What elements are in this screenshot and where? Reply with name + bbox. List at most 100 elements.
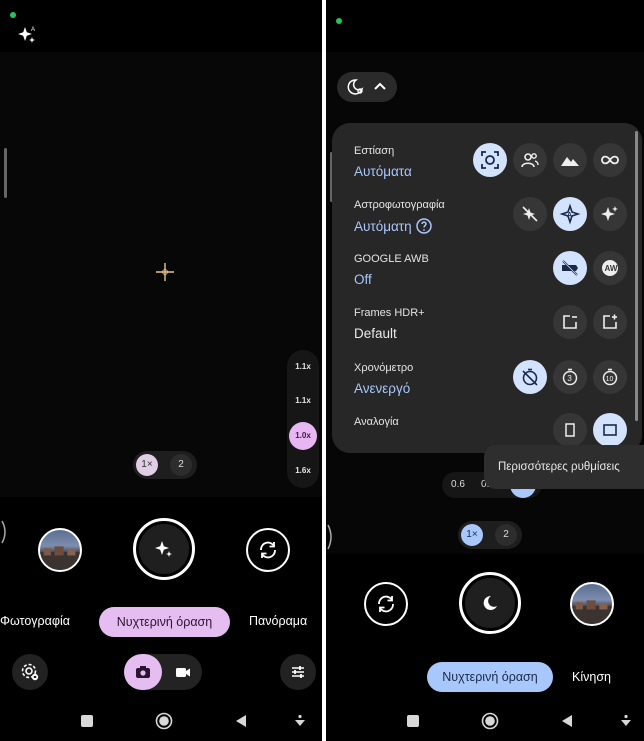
astro-auto-icon: A: [559, 203, 581, 225]
navigation-bar: [0, 701, 322, 741]
gallery-thumbnail[interactable]: [38, 528, 82, 572]
nav-keyboard-button[interactable]: [614, 709, 638, 733]
sparkle-icon: [155, 541, 172, 557]
astro-value: Αυτόματη: [354, 218, 432, 234]
focus-label: Εστίαση: [354, 145, 395, 157]
mode-motion[interactable]: Κίνηση: [572, 670, 611, 684]
focus-auto-option[interactable]: [473, 143, 507, 177]
zoom-option-selected[interactable]: 1.0x: [289, 422, 317, 450]
nav-home-button[interactable]: [152, 709, 176, 733]
settings-button[interactable]: [12, 654, 48, 690]
nav-recents-button[interactable]: [75, 709, 99, 733]
keyboard-down-icon: [621, 714, 631, 726]
chevron-up-icon: [374, 82, 386, 90]
focus-landscape-option[interactable]: [553, 143, 587, 177]
auto-focus-icon: [481, 151, 499, 169]
mode-panorama[interactable]: Πανόραμα: [249, 614, 307, 628]
ratio-tall-icon: [565, 423, 575, 437]
night-settings-icon: [347, 79, 364, 95]
left-edge-handle[interactable]: [4, 148, 7, 198]
hdr-minus-option[interactable]: [553, 305, 587, 339]
focus-infinity-option[interactable]: [593, 143, 627, 177]
shutter-button[interactable]: [459, 572, 521, 634]
hdr-plus-option[interactable]: [593, 305, 627, 339]
auto-sparkle-icon[interactable]: A: [16, 24, 38, 46]
ratio-wide-icon: [603, 424, 617, 436]
zoom-selector[interactable]: 1.1x 1.1x 1.0x 1.6x: [287, 350, 319, 488]
camera-icon: [136, 666, 150, 678]
zoom-option[interactable]: 1.1x: [287, 362, 319, 371]
nav-back-button[interactable]: [555, 709, 579, 733]
mode-night-sight-selected[interactable]: Νυχτερινή όραση: [427, 662, 553, 692]
lens-option[interactable]: 2: [495, 524, 517, 546]
mode-night-sight-selected[interactable]: Νυχτερινή όραση: [99, 607, 230, 637]
more-settings-tooltip[interactable]: Περισσότερες ρυθμίσεις: [484, 445, 644, 489]
awb-off-icon: [562, 260, 578, 276]
astro-auto-option[interactable]: A: [553, 197, 587, 231]
timer-3-icon: 3: [562, 368, 578, 386]
camera-settings-icon: [21, 663, 39, 681]
settings-panel: Εστίαση Αυτόματα Αστροφωτογραφία Αυτόματ…: [332, 123, 642, 453]
shutter-inner: [465, 578, 515, 628]
astro-on-option[interactable]: [593, 197, 627, 231]
lens-selector[interactable]: 1× 2: [133, 451, 197, 479]
infinity-icon: [601, 155, 619, 165]
awb-auto-option[interactable]: AW: [593, 251, 627, 285]
lens-option[interactable]: 2: [170, 454, 192, 476]
nav-home-button[interactable]: [478, 709, 502, 733]
ratio-selected-option[interactable]: [593, 413, 627, 447]
astro-off-icon: [522, 206, 538, 222]
frame-plus-icon: [603, 314, 617, 329]
focus-portrait-option[interactable]: [513, 143, 547, 177]
help-icon[interactable]: [415, 218, 432, 234]
lens-option-selected[interactable]: 1×: [461, 524, 483, 546]
timer-10-option[interactable]: 10: [593, 360, 627, 394]
awb-auto-icon: AW: [602, 260, 618, 276]
viewfinder[interactable]: [0, 52, 322, 497]
mode-photo[interactable]: Φωτογραφία: [0, 614, 70, 628]
status-indicator: [336, 18, 342, 24]
tune-icon: [292, 666, 304, 678]
lens-selector[interactable]: 1× 2: [458, 521, 522, 549]
astro-on-icon: [601, 206, 618, 221]
camera-screen-right: Εστίαση Αυτόματα Αστροφωτογραφία Αυτόματ…: [326, 0, 644, 741]
shutter-button[interactable]: [133, 518, 195, 580]
nav-back-button[interactable]: [229, 709, 253, 733]
ratio-option[interactable]: [553, 413, 587, 447]
triangle-back-icon: [562, 715, 572, 727]
ratio-label: Αναλογία: [354, 416, 399, 428]
zoom-option[interactable]: 1.6x: [287, 466, 319, 475]
settings-scrollbar[interactable]: [635, 131, 638, 421]
shutter-inner: [139, 524, 189, 574]
camera-switch-button[interactable]: [246, 528, 290, 572]
photo-toggle-button[interactable]: [124, 654, 162, 690]
circle-icon: [481, 712, 499, 730]
keyboard-down-icon: [295, 714, 305, 726]
gallery-thumbnail[interactable]: [570, 582, 614, 626]
nav-recents-button[interactable]: [401, 709, 425, 733]
astro-off-option[interactable]: [513, 197, 547, 231]
svg-text:10: 10: [606, 376, 614, 383]
svg-text:A: A: [31, 27, 35, 33]
astro-label: Αστροφωτογραφία: [354, 199, 445, 211]
nav-keyboard-button[interactable]: [288, 709, 312, 733]
timer-off-icon: [522, 368, 538, 386]
lens-option-selected[interactable]: 1×: [136, 454, 158, 476]
timer-off-option[interactable]: [513, 360, 547, 394]
videocam-icon: [176, 668, 190, 677]
hdr-label: Frames HDR+: [354, 307, 425, 319]
camera-screen-left: A 1.1x 1.1x 1.0x 1.6x 1× 2 Φωτογραφία Νυ…: [0, 0, 322, 741]
zoom-option[interactable]: 1.1x: [287, 396, 319, 405]
square-icon: [81, 715, 93, 727]
awb-off-option[interactable]: [553, 251, 587, 285]
navigation-bar: [326, 701, 644, 741]
video-toggle-button[interactable]: [164, 654, 202, 690]
svg-text:3: 3: [567, 374, 572, 383]
camera-switch-button[interactable]: [364, 582, 408, 626]
night-settings-toggle[interactable]: [337, 72, 397, 102]
zoom-option[interactable]: 0.6: [446, 472, 470, 498]
timer-3-option[interactable]: 3: [553, 360, 587, 394]
adjust-button[interactable]: [280, 654, 316, 690]
timer-10-icon: 10: [602, 368, 618, 386]
photo-video-toggle[interactable]: [124, 654, 202, 690]
